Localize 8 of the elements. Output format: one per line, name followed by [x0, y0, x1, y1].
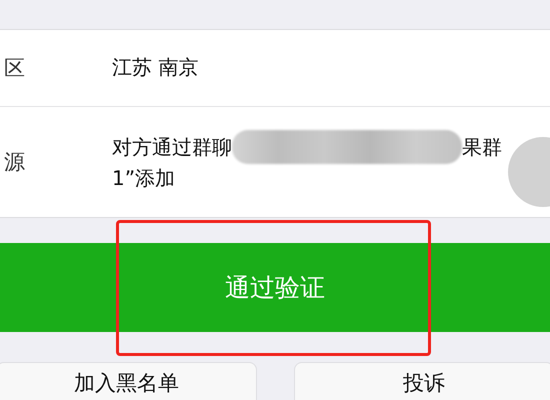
action-button[interactable]: 投诉 [294, 362, 550, 400]
field-label: 区 [3, 54, 26, 82]
field-label: 源 [3, 148, 26, 176]
field-value: 对方通过群聊 [112, 134, 232, 161]
action-button[interactable]: 加入黑名单 [0, 362, 256, 400]
field-value: 果群 [462, 134, 502, 161]
field-value: 江苏 南京 [112, 54, 198, 82]
field-value: 1”添加 [112, 165, 176, 192]
